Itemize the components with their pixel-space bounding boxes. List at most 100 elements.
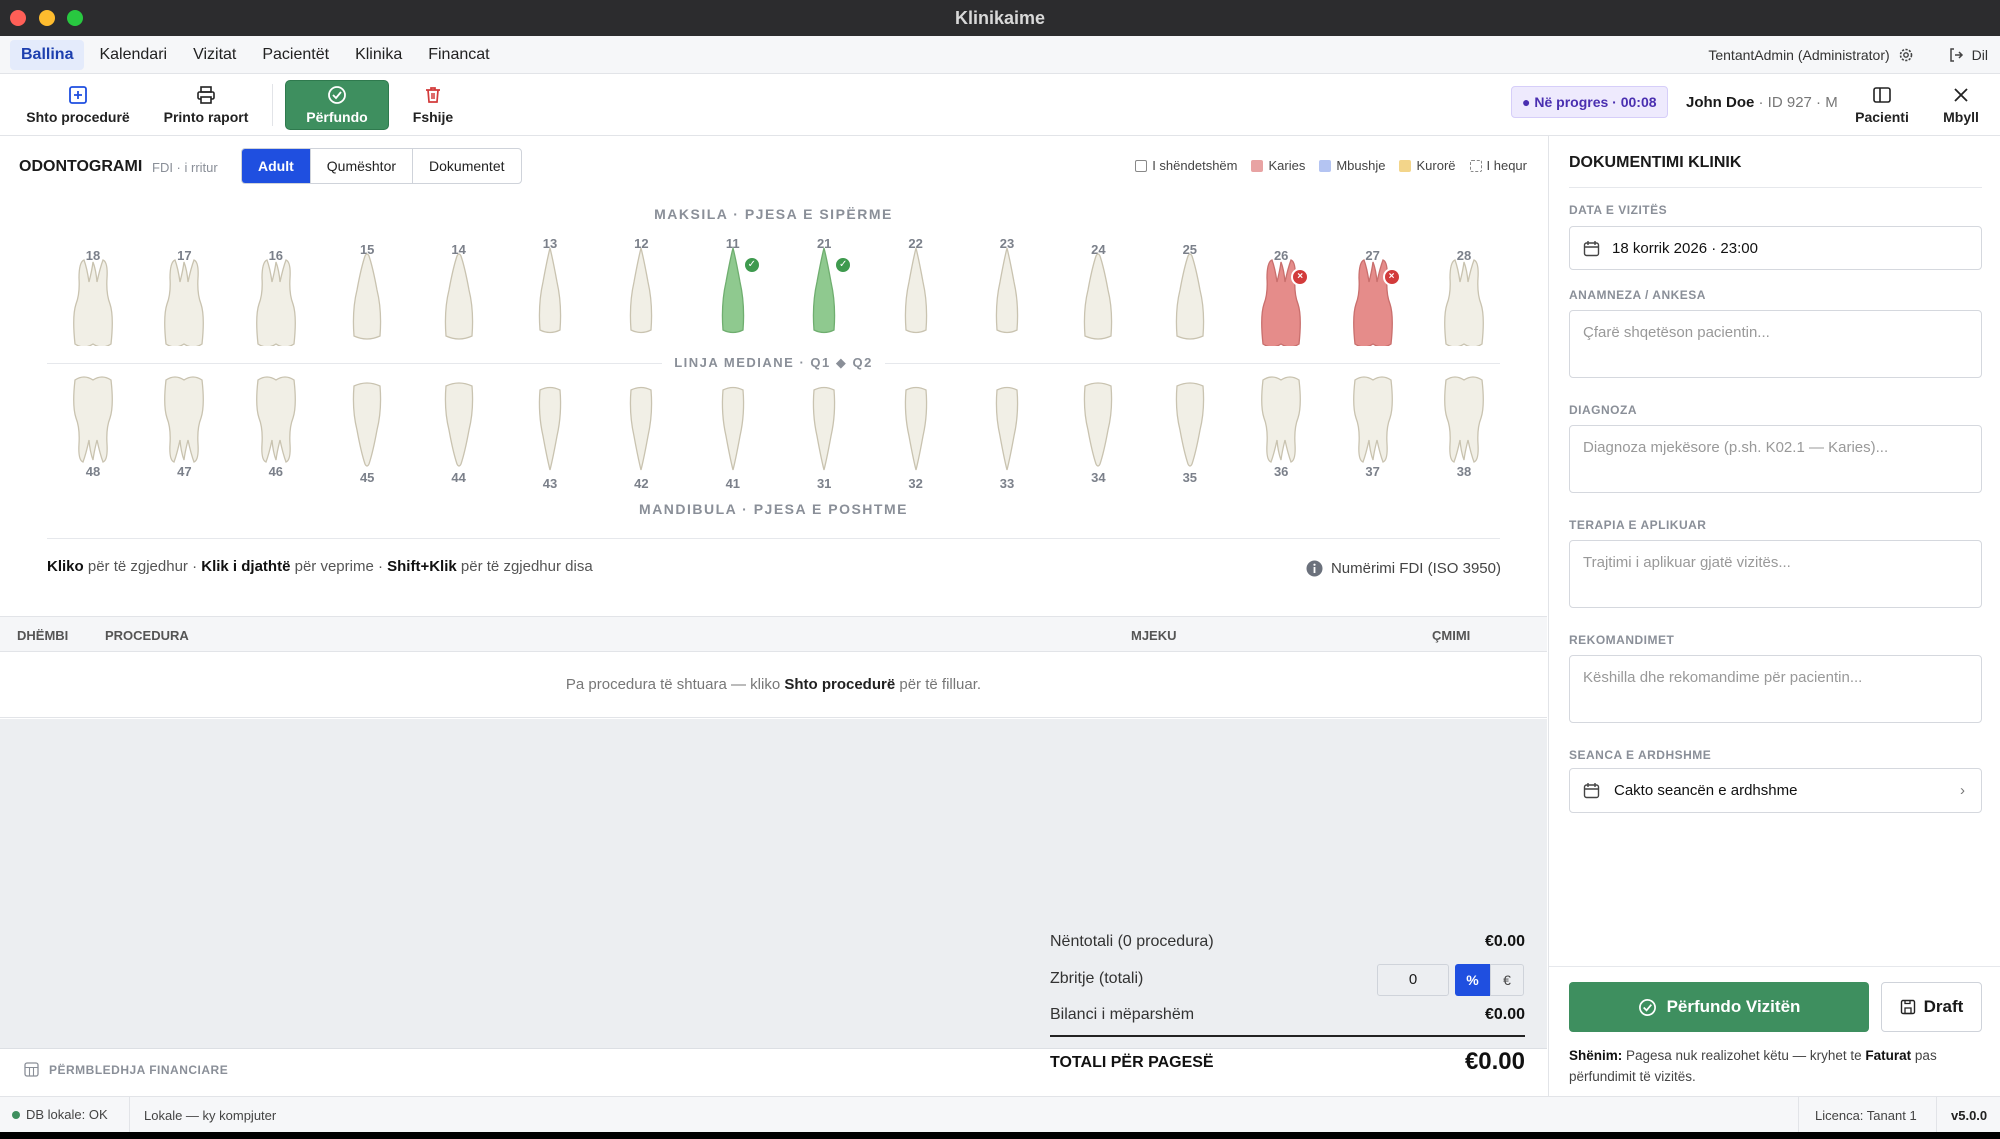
caries-badge-icon: ×	[1382, 268, 1401, 286]
local-mode: Lokale — ky kompjuter	[144, 1108, 277, 1123]
tooth-47[interactable]	[161, 376, 207, 470]
tab-adult[interactable]: Adult	[242, 149, 311, 183]
tooth-23[interactable]	[992, 244, 1022, 338]
logout-icon[interactable]	[1948, 47, 1964, 63]
anamnesis-textarea[interactable]: Çfarë shqetëson pacientin...	[1569, 310, 1982, 378]
financial-summary[interactable]: PËRMBLEDHJA FINANCIARE	[24, 1062, 228, 1077]
tooth-13[interactable]	[535, 244, 565, 338]
col-doctor: MJEKU	[1131, 628, 1177, 643]
add-procedure-label: Shto procedurë	[26, 109, 130, 125]
check-circle-icon	[1638, 998, 1656, 1016]
finish-button[interactable]: Përfundo	[285, 80, 389, 130]
recommendations-textarea[interactable]: Këshilla dhe rekomandime për pacientin..…	[1569, 655, 1982, 723]
tooth-34[interactable]	[1081, 380, 1115, 474]
current-user: TentantAdmin (Administrator)	[1708, 47, 1890, 63]
visit-date-value: 18 korrik 2026 · 23:00	[1612, 239, 1758, 257]
license-info: Licenca: Tanant 1	[1815, 1108, 1917, 1123]
tooth-45[interactable]	[350, 380, 384, 474]
tooth-41[interactable]	[718, 384, 748, 478]
diagnosis-textarea[interactable]: Diagnoza mjekësore (p.sh. K02.1 — Karies…	[1569, 425, 1982, 493]
total-row: TOTALI PËR PAGESË	[1050, 1054, 1525, 1072]
tooth-17[interactable]	[161, 256, 207, 350]
tooth-32[interactable]	[901, 384, 931, 478]
tooth-44[interactable]	[442, 380, 476, 474]
visit-date-field[interactable]: 18 korrik 2026 · 23:00	[1569, 226, 1982, 270]
legend-crown: Kurorë	[1399, 158, 1456, 173]
tooth-22[interactable]	[901, 244, 931, 338]
calendar-icon	[1583, 240, 1600, 256]
doc-title: DOKUMENTIMI KLINIK	[1569, 154, 1742, 171]
tooth-15[interactable]	[350, 250, 384, 344]
calendar-repeat-icon	[1583, 783, 1600, 799]
schedule-next-session-button[interactable]: Cakto seancën e ardhshme ›	[1569, 768, 1982, 813]
procedures-empty-area	[0, 719, 1547, 1049]
tooth-28[interactable]	[1441, 256, 1487, 350]
tooth-35[interactable]	[1173, 380, 1207, 474]
finish-visit-button[interactable]: Përfundo Vizitën	[1569, 982, 1869, 1032]
save-draft-button[interactable]: Draft	[1881, 982, 1982, 1032]
tab-dokumentet[interactable]: Dokumentet	[413, 149, 520, 183]
finish-visit-label: Përfundo Vizitën	[1666, 997, 1801, 1016]
col-procedure: PROCEDURA	[105, 628, 189, 643]
tooth-number-31: 31	[816, 476, 832, 491]
minimize-window-icon[interactable]	[39, 10, 55, 26]
tab-qumeshtor[interactable]: Qumështor	[311, 149, 414, 183]
patient-info: John Doe · ID 927 · M	[1686, 94, 1838, 111]
delete-label: Fshije	[412, 109, 454, 125]
menu-item-klinika[interactable]: Klinika	[344, 40, 413, 70]
menu-item-kalendari[interactable]: Kalendari	[88, 40, 178, 70]
tooth-18[interactable]	[70, 256, 116, 350]
close-window-icon[interactable]	[10, 10, 26, 26]
tooth-11[interactable]	[718, 244, 748, 338]
info-icon	[1306, 560, 1323, 577]
finish-label: Përfundo	[306, 109, 368, 125]
menu-item-vizitat[interactable]: Vizitat	[182, 40, 247, 70]
midline-right	[885, 363, 1500, 364]
gear-icon[interactable]	[1898, 47, 1914, 63]
close-visit-label: Mbyll	[1943, 109, 1979, 125]
title-bar: Klinikaime	[0, 0, 2000, 36]
close-visit-button[interactable]: Mbyll	[1936, 80, 1986, 130]
next-session-label: SEANCA E ARDHSHME	[1569, 748, 1712, 762]
tooth-14[interactable]	[442, 250, 476, 344]
tooth-24[interactable]	[1081, 250, 1115, 344]
fdi-notation: Numërimi FDI (ISO 3950)	[1306, 560, 1501, 577]
col-price: ÇMIMI	[1432, 628, 1471, 643]
delete-button[interactable]: Fshije	[403, 80, 463, 130]
discount-euro-toggle[interactable]: €	[1490, 964, 1524, 996]
check-circle-icon	[328, 86, 346, 104]
total-label: TOTALI PËR PAGESË	[1050, 1054, 1214, 1071]
tooth-43[interactable]	[535, 384, 565, 478]
menu-item-financat[interactable]: Financat	[417, 40, 500, 70]
sidebar-panel-icon	[1873, 87, 1891, 103]
recommendations-label: REKOMANDIMET	[1569, 633, 1675, 647]
discount-input[interactable]: 0	[1377, 964, 1449, 996]
zoom-window-icon[interactable]	[67, 10, 83, 26]
tooth-42[interactable]	[626, 384, 656, 478]
tooth-12[interactable]	[626, 244, 656, 338]
financial-summary-label: PËRMBLEDHJA FINANCIARE	[49, 1062, 229, 1077]
discount-percent-toggle[interactable]: %	[1455, 964, 1490, 996]
tooth-number-32: 32	[908, 476, 923, 491]
tooth-37[interactable]	[1350, 376, 1396, 470]
tooth-48[interactable]	[70, 376, 116, 470]
therapy-textarea[interactable]: Trajtimi i aplikuar gjatë vizitës...	[1569, 540, 1982, 608]
add-procedure-button[interactable]: Shto procedurë	[22, 80, 134, 130]
menu-item-pacientet[interactable]: Pacientët	[251, 40, 340, 70]
calculator-icon	[24, 1062, 39, 1077]
tooth-36[interactable]	[1258, 376, 1304, 470]
menu-item-ballina[interactable]: Ballina	[10, 39, 85, 70]
tooth-16[interactable]	[253, 256, 299, 350]
app-window: Klinikaime Ballina Kalendari Vizitat Pac…	[0, 0, 2000, 1132]
patient-panel-button[interactable]: Pacienti	[1852, 80, 1912, 130]
logout-button[interactable]: Dil	[1972, 47, 1988, 63]
tooth-38[interactable]	[1441, 376, 1487, 470]
tooth-31[interactable]	[809, 384, 839, 478]
status-bar: DB lokale: OK Lokale — ky kompjuter Lice…	[0, 1096, 2000, 1132]
print-report-button[interactable]: Printo raport	[158, 80, 254, 130]
empty-add-link[interactable]: Shto procedurë	[784, 676, 895, 693]
tooth-25[interactable]	[1173, 250, 1207, 344]
tooth-46[interactable]	[253, 376, 299, 470]
tooth-33[interactable]	[992, 384, 1022, 478]
tooth-21[interactable]	[809, 244, 839, 338]
